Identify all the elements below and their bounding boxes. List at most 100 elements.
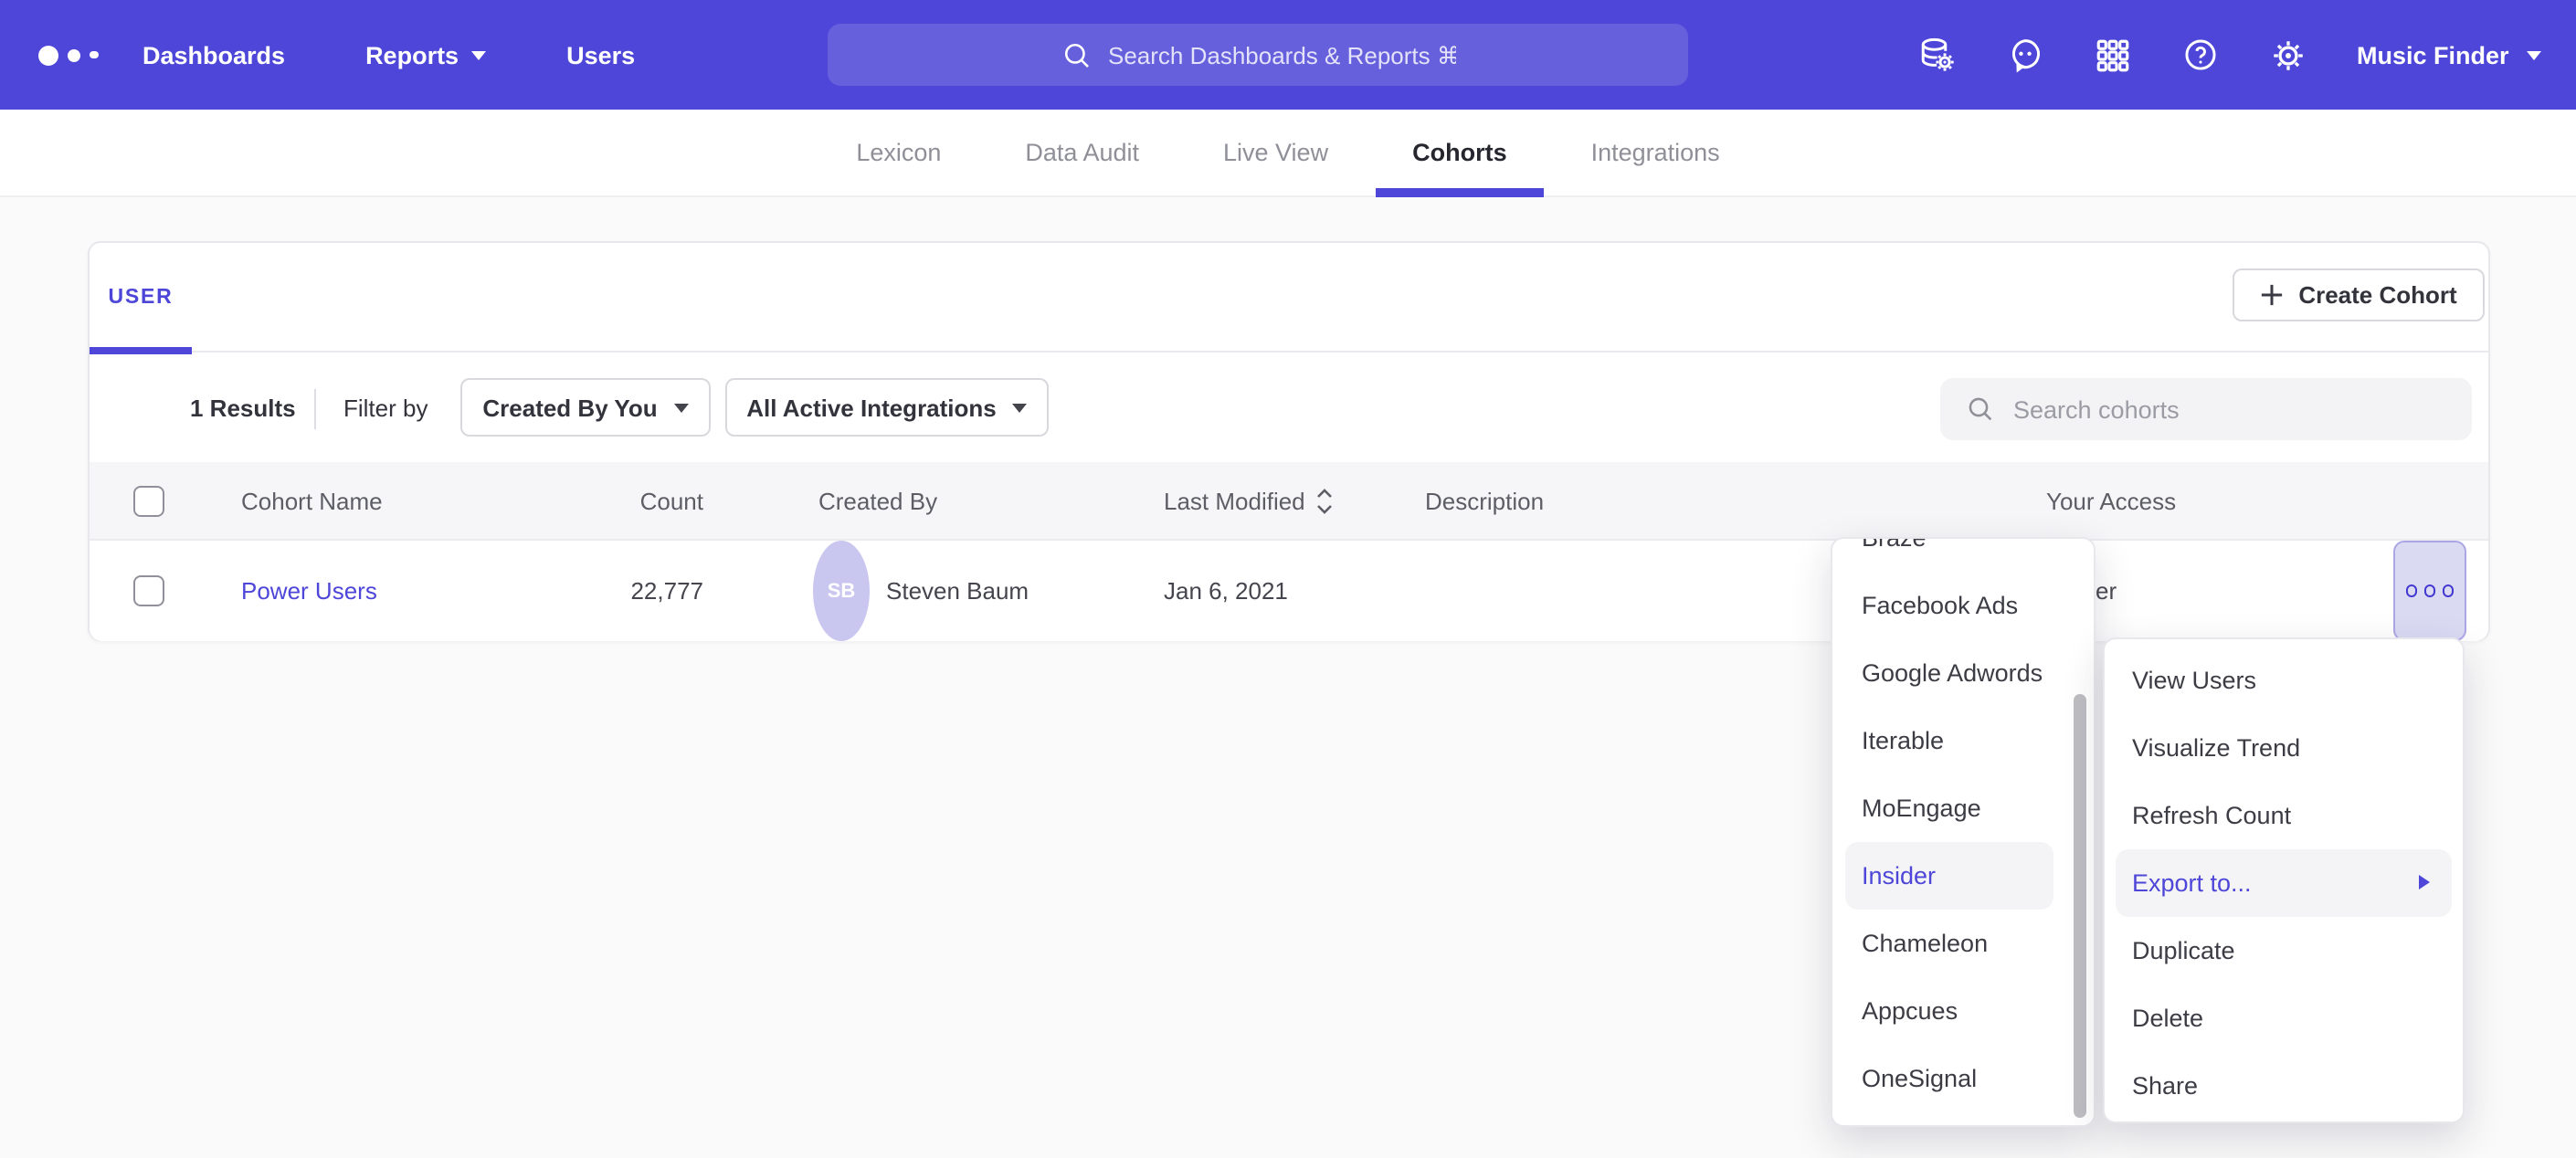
row-checkbox[interactable] xyxy=(133,575,164,606)
menu-item-refresh-count[interactable]: Refresh Count xyxy=(2105,782,2463,849)
integrations-filter-dropdown[interactable]: All Active Integrations xyxy=(725,378,1049,437)
menu-item-share[interactable]: Share xyxy=(2105,1052,2463,1120)
chevron-down-icon xyxy=(1013,403,1028,412)
circle-icon xyxy=(2443,585,2455,597)
create-cohort-label: Create Cohort xyxy=(2298,281,2456,309)
col-count[interactable]: Count xyxy=(546,462,703,539)
col-cohort-name[interactable]: Cohort Name xyxy=(241,462,383,539)
submenu-item-iterable-label: Iterable xyxy=(1862,727,1944,754)
nav-dashboards-label: Dashboards xyxy=(143,41,285,68)
account-menu[interactable]: Music Finder xyxy=(2357,0,2542,110)
menu-item-view-users-label: View Users xyxy=(2132,667,2256,694)
tab-integrations[interactable]: Integrations xyxy=(1591,109,1720,196)
submenu-item-appcues[interactable]: Appcues xyxy=(1832,977,2053,1045)
submenu-item-google-adwords-label: Google Adwords xyxy=(1862,659,2043,687)
chevron-down-icon xyxy=(674,403,689,412)
submenu-item-insider-label: Insider xyxy=(1862,862,1936,890)
submenu-item-moengage[interactable]: MoEngage xyxy=(1832,774,2053,842)
settings-gear-icon[interactable] xyxy=(2269,36,2307,74)
tab-data-audit[interactable]: Data Audit xyxy=(1025,109,1139,196)
tab-data-audit-label: Data Audit xyxy=(1025,139,1139,166)
row-context-menu: View Users Visualize Trend Refresh Count… xyxy=(2103,637,2465,1123)
submenu-item-onesignal[interactable]: OneSignal xyxy=(1832,1045,2053,1112)
menu-item-delete[interactable]: Delete xyxy=(2105,984,2463,1052)
top-navbar: Dashboards Reports Users xyxy=(0,0,2576,110)
row-overflow-menu-button[interactable] xyxy=(2393,541,2466,641)
mixpanel-logo-icon[interactable] xyxy=(38,0,98,110)
circle-icon xyxy=(2406,585,2418,597)
cohort-search[interactable] xyxy=(1940,378,2472,440)
filter-row: 1 Results Filter by Created By You All A… xyxy=(90,354,2488,462)
nav-dashboards[interactable]: Dashboards xyxy=(143,41,285,68)
submenu-item-iterable[interactable]: Iterable xyxy=(1832,707,2053,774)
menu-item-export-to-label: Export to... xyxy=(2132,869,2252,897)
avatar: SB xyxy=(813,541,870,641)
data-management-icon[interactable] xyxy=(1918,36,1957,74)
sort-icon xyxy=(1316,487,1335,514)
integrations-filter-label: All Active Integrations xyxy=(746,394,997,421)
export-submenu-list: Braze Facebook Ads Google Adwords Iterab… xyxy=(1832,537,2094,1112)
export-submenu: Braze Facebook Ads Google Adwords Iterab… xyxy=(1831,537,2096,1127)
chevron-down-icon xyxy=(471,50,486,59)
cohort-name-link[interactable]: Power Users xyxy=(241,577,377,605)
tab-lexicon[interactable]: Lexicon xyxy=(856,109,941,196)
cohort-search-input[interactable] xyxy=(2013,395,2379,423)
created-by-filter-label: Created By You xyxy=(482,394,657,421)
col-your-access[interactable]: Your Access xyxy=(2046,462,2176,539)
menu-item-export-to[interactable]: Export to... xyxy=(2116,849,2452,917)
create-cohort-button[interactable]: Create Cohort xyxy=(2233,268,2485,321)
menu-item-share-label: Share xyxy=(2132,1072,2198,1100)
cohort-count: 22,777 xyxy=(546,541,703,641)
submenu-item-facebook-ads[interactable]: Facebook Ads xyxy=(1832,572,2053,639)
submenu-item-braze[interactable]: Braze xyxy=(1832,537,2053,572)
col-created-by[interactable]: Created By xyxy=(818,462,937,539)
col-last-modified[interactable]: Last Modified xyxy=(1164,462,1335,539)
menu-item-duplicate-label: Duplicate xyxy=(2132,937,2235,964)
last-modified-value: Jan 6, 2021 xyxy=(1164,541,1288,641)
submenu-item-appcues-label: Appcues xyxy=(1862,997,1958,1025)
submenu-item-chameleon[interactable]: Chameleon xyxy=(1832,910,2053,977)
nav-reports[interactable]: Reports xyxy=(365,41,486,68)
apps-grid-icon[interactable] xyxy=(2094,36,2132,74)
created-by-name: Steven Baum xyxy=(886,541,1029,641)
menu-item-view-users[interactable]: View Users xyxy=(2105,647,2463,714)
search-icon xyxy=(1061,39,1092,70)
app-window: Dashboards Reports Users xyxy=(0,0,2576,1158)
submenu-item-moengage-label: MoEngage xyxy=(1862,795,1981,822)
help-icon[interactable] xyxy=(2181,36,2220,74)
table-row: Power Users 22,777 SB Steven Baum Jan 6,… xyxy=(90,541,2488,641)
chevron-down-icon xyxy=(2528,50,2542,59)
topbar-icons xyxy=(1918,0,2307,110)
section-tabs: Lexicon Data Audit Live View Cohorts Int… xyxy=(0,110,2576,197)
submenu-arrow-icon xyxy=(2419,875,2430,890)
primary-nav: Dashboards Reports Users xyxy=(143,0,635,110)
feedback-icon[interactable] xyxy=(2006,36,2044,74)
menu-item-duplicate[interactable]: Duplicate xyxy=(2105,917,2463,984)
submenu-item-insider[interactable]: Insider xyxy=(1845,842,2053,910)
tab-live-view[interactable]: Live View xyxy=(1223,109,1328,196)
global-search[interactable] xyxy=(828,24,1688,86)
your-access-value-partial: er xyxy=(2096,541,2117,641)
nav-reports-label: Reports xyxy=(365,41,459,68)
tab-live-view-label: Live View xyxy=(1223,139,1328,166)
submenu-item-google-adwords[interactable]: Google Adwords xyxy=(1832,639,2053,707)
menu-item-visualize-trend-label: Visualize Trend xyxy=(2132,734,2300,762)
tab-cohorts[interactable]: Cohorts xyxy=(1412,109,1507,196)
col-last-modified-label: Last Modified xyxy=(1164,487,1305,514)
tab-cohorts-label: Cohorts xyxy=(1412,139,1507,166)
search-icon xyxy=(1966,395,1995,424)
filter-by-label: Filter by xyxy=(343,354,428,462)
select-all-checkbox[interactable] xyxy=(133,485,164,516)
submenu-item-chameleon-label: Chameleon xyxy=(1862,930,1988,957)
tab-lexicon-label: Lexicon xyxy=(856,139,941,166)
tab-user-cohorts[interactable]: USER xyxy=(90,243,192,353)
global-search-input[interactable] xyxy=(1108,41,1455,68)
nav-users[interactable]: Users xyxy=(566,41,635,68)
menu-item-visualize-trend[interactable]: Visualize Trend xyxy=(2105,714,2463,782)
submenu-scrollbar-thumb[interactable] xyxy=(2074,694,2086,1118)
created-by-filter-dropdown[interactable]: Created By You xyxy=(460,378,711,437)
cohorts-panel: USER Create Cohort 1 Results Filter by C… xyxy=(88,241,2490,641)
divider xyxy=(314,389,316,429)
col-description[interactable]: Description xyxy=(1425,462,1544,539)
account-label: Music Finder xyxy=(2357,41,2509,68)
